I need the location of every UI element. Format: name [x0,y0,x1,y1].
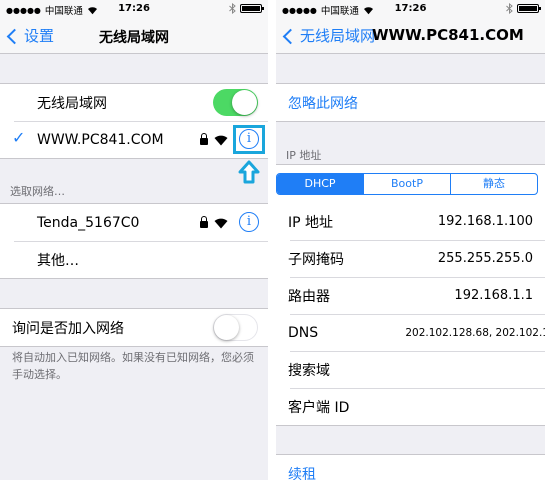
choose-network-header: 选取网络… [10,185,65,198]
ip-fields-group: IP 地址 192.168.1.100 子网掩码 255.255.255.0 路… [276,203,545,426]
ip-mode-segmented-control: DHCP BootP 静态 [276,173,538,195]
status-time: 17:26 [394,3,427,14]
status-bar: ●●●●● 中国联通 17:26 [0,0,268,18]
forget-group: 忽略此网络 [276,83,545,122]
bluetooth-icon [506,3,513,14]
renew-lease-button[interactable]: 续租 [276,455,545,480]
highlight-box [233,125,265,154]
segment-dhcp[interactable]: DHCP [277,174,364,194]
other-network-label: 其他… [37,252,79,269]
page-title: 无线局域网 [99,30,169,46]
forget-network-button[interactable]: 忽略此网络 [276,84,545,121]
up-arrow-icon [238,160,260,184]
network-list: Tenda_5167C0 i 其他… [0,203,268,279]
ip-address-row: IP 地址 192.168.1.100 [276,203,545,240]
wifi-icon [214,135,228,146]
renew-group: 续租 [276,454,545,480]
chevron-left-icon [282,28,299,45]
field-label: 客户端 ID [288,399,350,416]
wifi-settings-screen: ●●●●● 中国联通 17:26 设置 无线局域网 无线局域网 ✓ WWW.PC… [0,0,268,480]
field-label: 路由器 [288,288,330,305]
network-detail-screen: ●●●●● 中国联通 17:26 无线局域网 WWW.PC841.COM 忽略此… [276,0,545,480]
ask-join-note: 将自动加入已知网络。如果没有已知网络，您必须手动选择。 [12,351,254,381]
info-icon: i [246,214,252,229]
checkmark-icon: ✓ [12,128,26,147]
status-bar: ●●●●● 中国联通 17:26 [276,0,545,18]
back-label: 无线局域网 [300,27,376,45]
battery-icon [240,4,264,13]
current-network-name: WWW.PC841.COM [37,131,164,148]
page-title: WWW.PC841.COM [372,26,524,44]
field-label: DNS [288,324,319,341]
nav-bar: 设置 无线局域网 [0,18,268,54]
back-to-wlan-button[interactable]: 无线局域网 [282,25,375,46]
ip-mode-section: DHCP BootP 静态 [276,164,545,204]
wlan-group: 无线局域网 ✓ WWW.PC841.COM i [0,83,268,159]
segment-bootp[interactable]: BootP [364,174,451,194]
dns-value: 202.102.128.68, 202.102.1 [405,326,545,339]
ask-join-switch[interactable] [213,314,258,341]
router-value: 192.168.1.1 [454,288,533,303]
field-label: IP 地址 [288,214,334,231]
battery-icon [517,4,541,13]
renew-lease-label: 续租 [288,466,316,480]
forget-network-label: 忽略此网络 [288,95,358,112]
wifi-icon [214,218,228,229]
nav-bar: 无线局域网 WWW.PC841.COM [276,18,545,54]
ip-address-header: IP 地址 [286,149,322,162]
wlan-switch[interactable] [213,89,258,116]
client-id-row[interactable]: 客户端 ID [276,388,545,425]
ask-join-label: 询问是否加入网络 [12,320,124,337]
network-name: Tenda_5167C0 [37,214,140,231]
ask-join-group: 询问是否加入网络 [0,308,268,347]
ask-join-row: 询问是否加入网络 [0,309,268,346]
ip-address-value: 192.168.1.100 [437,214,533,229]
wlan-label: 无线局域网 [37,95,107,112]
subnet-mask-row: 子网掩码 255.255.255.0 [276,240,545,277]
wlan-toggle-row: 无线局域网 [0,84,268,121]
network-info-button[interactable]: i [239,212,259,232]
subnet-mask-value: 255.255.255.0 [437,251,533,266]
field-label: 子网掩码 [288,251,344,268]
bluetooth-icon [229,3,236,14]
field-label: 搜索域 [288,362,330,379]
status-time: 17:26 [118,3,150,14]
search-domain-row[interactable]: 搜索域 [276,351,545,388]
segment-static[interactable]: 静态 [451,174,537,194]
network-item[interactable]: Tenda_5167C0 i [0,204,268,241]
current-network-row[interactable]: ✓ WWW.PC841.COM i [0,121,268,158]
lock-icon [200,133,208,145]
other-network-item[interactable]: 其他… [0,241,268,278]
dns-row[interactable]: DNS 202.102.128.68, 202.102.1 [276,314,545,351]
lock-icon [200,216,208,228]
router-row: 路由器 192.168.1.1 [276,277,545,314]
